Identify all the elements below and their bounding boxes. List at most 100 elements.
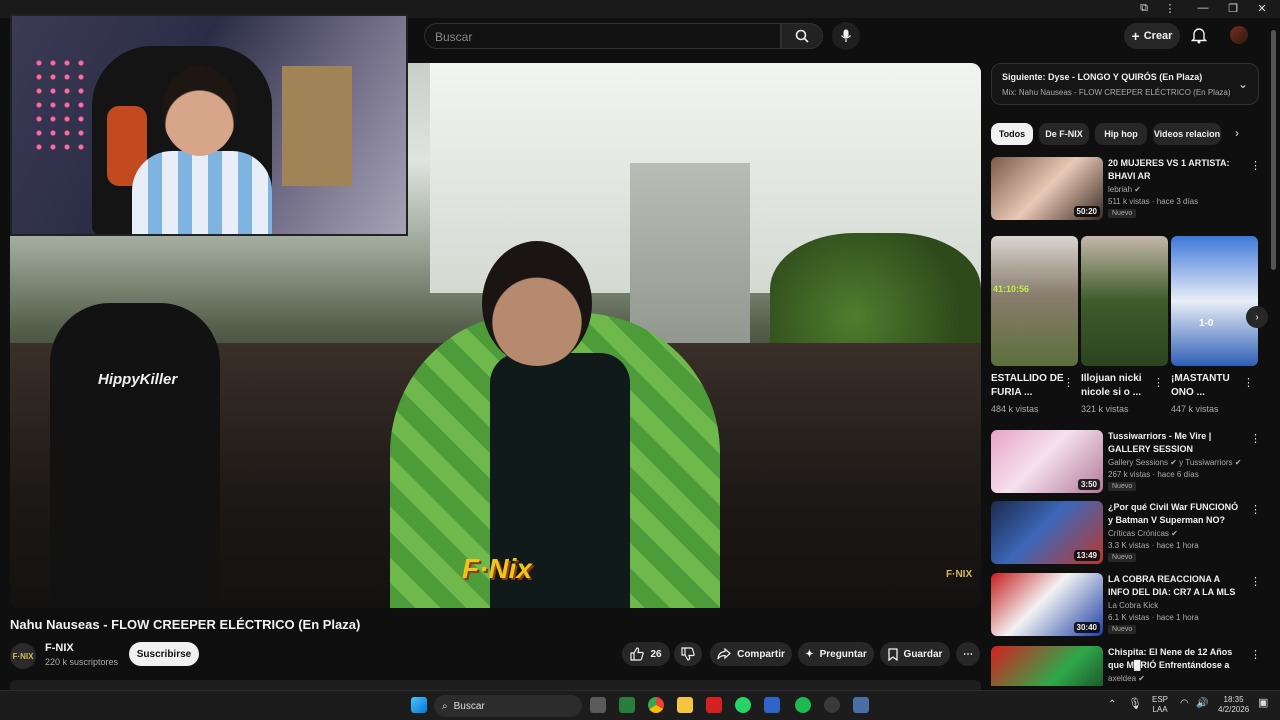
notification-center-icon[interactable]: ▣ (1258, 698, 1268, 709)
short-thumbnail[interactable]: 1-0 (1171, 236, 1258, 366)
rec-title[interactable]: ¿Por qué Civil War FUNCIONÓ y Batman V S… (1108, 501, 1243, 527)
recommendation-item[interactable]: Chispita: El Nene de 12 Años que M█RIÓ E… (991, 646, 1259, 686)
short-title[interactable]: Illojuan nicki nicole si o ... (1081, 372, 1156, 400)
chevron-down-icon[interactable]: ⌄ (1238, 77, 1248, 91)
more-horiz-icon: ⋯ (963, 648, 973, 660)
up-next-panel[interactable]: Siguiente: Dyse - LONGO Y QUIRÓS (En Pla… (991, 63, 1259, 105)
new-badge: Nuevo (1108, 209, 1137, 218)
recommendation-item[interactable]: 13:49 ¿Por qué Civil War FUNCIONÓ y Batm… (991, 501, 1261, 565)
notifications-button[interactable] (1190, 26, 1208, 49)
create-label: Crear (1143, 30, 1173, 42)
more-vert-icon[interactable]: ⋮ (1063, 376, 1074, 389)
like-button[interactable]: 26 (622, 642, 670, 666)
more-vert-icon[interactable]: ⋮ (1250, 432, 1261, 445)
recommendation-item[interactable]: 30:40 LA COBRA REACCIONA A INFO DEL DIA:… (991, 573, 1261, 637)
language-indicator[interactable]: ESP LAA (1152, 695, 1168, 715)
rec-channel[interactable]: Gallery Sessions ✔ y Tussiwarriors ✔ (1108, 458, 1241, 467)
more-vert-icon[interactable]: ⋮ (1250, 503, 1261, 516)
save-button[interactable]: Guardar (880, 642, 950, 666)
rec-channel[interactable]: La Cobra Kick (1108, 601, 1158, 610)
more-vert-icon[interactable]: ⋮ (1250, 648, 1259, 661)
short-title[interactable]: ESTALLIDO DE FURIA ... (991, 372, 1066, 400)
channel-name[interactable]: F-NIX (45, 642, 74, 654)
more-actions-button[interactable]: ⋯ (956, 642, 980, 666)
rec-channel[interactable]: axeldea ✔ (1108, 674, 1145, 683)
chip-de-fnix[interactable]: De F-NIX (1039, 123, 1089, 145)
channel-watermark[interactable]: F·NIX (946, 569, 972, 580)
account-avatar[interactable] (1230, 26, 1248, 44)
short-thumbnail[interactable] (1081, 236, 1168, 366)
shorts-next-button[interactable]: › (1246, 306, 1268, 328)
steam-icon[interactable] (824, 697, 840, 713)
taskbar-search[interactable]: ⌕ Buscar (434, 695, 582, 717)
short-views: 321 k vistas (1081, 404, 1129, 414)
whatsapp-icon[interactable] (735, 697, 751, 713)
close-button[interactable]: ✕ (1252, 2, 1272, 15)
clock[interactable]: 18:35 4/2/2026 (1218, 695, 1249, 715)
restore-button[interactable]: ❐ (1223, 2, 1243, 15)
short-title[interactable]: ¡MASTANTU ONO ... (1171, 372, 1246, 400)
more-vert-icon[interactable]: ⋮ (1243, 376, 1254, 389)
settings-icon[interactable] (853, 697, 869, 713)
chip-videos-relacionados[interactable]: Videos relacion (1153, 123, 1221, 145)
description-box[interactable] (10, 680, 981, 690)
short-overlay-text: 41:10:56 (993, 284, 1030, 294)
mix-title: Mix: Nahu Nauseas - FLOW CREEPER ELÉCTRI… (1002, 88, 1231, 97)
duration-badge: 50:20 (1073, 206, 1100, 217)
chevron-right-icon[interactable]: › (1235, 126, 1239, 140)
rec-title[interactable]: LA COBRA REACCIONA A INFO DEL DIA: CR7 A… (1108, 573, 1243, 599)
wifi-icon[interactable]: ◠ (1180, 699, 1189, 709)
language-code: ESP (1152, 695, 1169, 704)
more-vert-icon[interactable]: ⋮ (1153, 376, 1164, 389)
chrome-icon[interactable] (648, 697, 664, 713)
file-explorer-icon[interactable] (677, 697, 693, 713)
rec-title[interactable]: Tussiwarriors - Me Vire | GALLERY SESSIO… (1108, 430, 1243, 456)
rec-channel[interactable]: lebriah ✔ (1108, 185, 1141, 194)
windows-start-icon[interactable] (411, 697, 427, 713)
thumbs-up-icon (630, 647, 645, 661)
rec-channel[interactable]: Críticas Crónicas ✔ (1108, 529, 1178, 538)
rec-title[interactable]: 20 MUJERES VS 1 ARTISTA: BHAVI AR (1108, 157, 1243, 183)
rec-meta: 267 k vistas · hace 6 días (1108, 470, 1199, 479)
volume-icon[interactable]: 🔊 (1196, 699, 1208, 709)
create-button[interactable]: + Crear (1124, 23, 1180, 49)
short-thumbnail[interactable]: 41:10:56 (991, 236, 1078, 366)
chip-todos[interactable]: Todos (991, 123, 1033, 145)
channel-avatar[interactable]: F·NIX (10, 643, 36, 669)
video-shirt-text: HippyKiller (98, 371, 178, 388)
extensions-icon[interactable]: ⧉ (1134, 2, 1154, 15)
duration-badge: 3:50 (1077, 479, 1100, 490)
recommendation-item[interactable]: 3:50 Tussiwarriors - Me Vire | GALLERY S… (991, 430, 1261, 494)
spotify-icon[interactable] (795, 697, 811, 713)
video-thumbnail[interactable]: 50:20 (991, 157, 1103, 220)
task-view-icon[interactable] (590, 697, 606, 713)
video-thumbnail[interactable]: 30:40 (991, 573, 1103, 636)
video-thumbnail[interactable]: 13:49 (991, 501, 1103, 564)
up-next-title: Siguiente: Dyse - LONGO Y QUIRÓS (En Pla… (1002, 72, 1203, 82)
mic-tray-icon[interactable]: 🎙 (1128, 699, 1142, 710)
app-icon[interactable] (764, 697, 780, 713)
video-app-icon[interactable] (706, 697, 722, 713)
recommendation-item[interactable]: 50:20 20 MUJERES VS 1 ARTISTA: BHAVI AR … (991, 157, 1261, 221)
chip-hip-hop[interactable]: Hip hop (1095, 123, 1147, 145)
share-button[interactable]: Compartir (710, 642, 792, 666)
video-thumbnail[interactable] (991, 646, 1103, 686)
ask-button[interactable]: ✦ Preguntar (798, 642, 874, 666)
duration-badge: 13:49 (1073, 550, 1100, 561)
more-vert-icon[interactable]: ⋮ (1250, 159, 1261, 172)
subscribe-button[interactable]: Suscribirse (129, 642, 199, 666)
search-button[interactable] (781, 23, 823, 49)
minimize-button[interactable]: — (1193, 2, 1213, 14)
more-vert-icon[interactable]: ⋮ (1160, 2, 1180, 15)
filter-chips: Todos De F-NIX Hip hop Videos relacion › (991, 123, 1259, 145)
store-icon[interactable] (619, 697, 635, 713)
voice-search-button[interactable] (832, 22, 860, 50)
search-input[interactable]: Buscar (424, 23, 781, 49)
video-thumbnail[interactable]: 3:50 (991, 430, 1103, 493)
search-placeholder: Buscar (435, 30, 473, 44)
dislike-button[interactable] (674, 642, 702, 666)
rec-title[interactable]: Chispita: El Nene de 12 Años que M█RIÓ E… (1108, 646, 1243, 672)
page-scrollbar[interactable] (1271, 30, 1276, 270)
more-vert-icon[interactable]: ⋮ (1250, 575, 1261, 588)
chevron-up-icon[interactable]: ⌃ (1108, 700, 1116, 710)
